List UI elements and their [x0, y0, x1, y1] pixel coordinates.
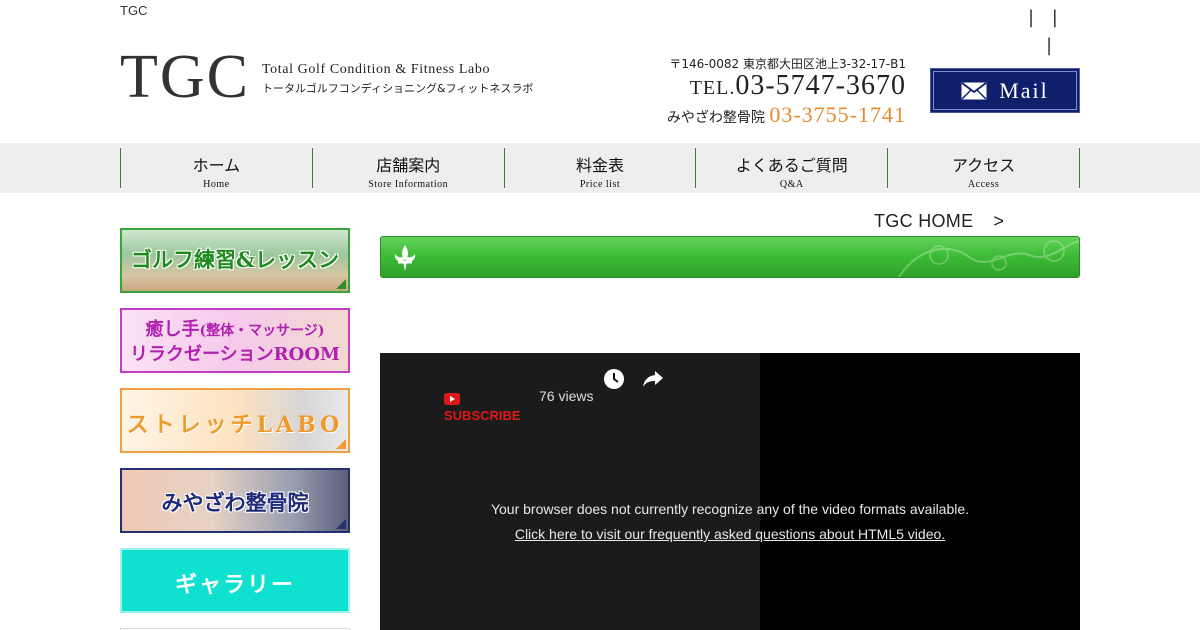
sidebar: ゴルフ練習&レッスン 癒し手(整体・マッサージ) リラクゼーションROOM スト…	[120, 228, 350, 630]
nav-item-qa[interactable]: よくあるご質問 Q&A	[696, 148, 889, 190]
phone-secondary-number: 03-3755-1741	[769, 102, 906, 127]
nav-item-label: 料金表	[575, 156, 624, 175]
nav-item-sublabel: Price list	[579, 179, 621, 190]
banner-golf-lesson-label: ゴルフ練習&レッスン	[131, 247, 339, 272]
logo-subtitle-jp: トータルゴルフコンディショニング&フィットネスラボ	[262, 82, 534, 95]
share-icon[interactable]	[642, 369, 664, 389]
envelope-icon	[961, 81, 987, 99]
phone-number: 03-5747-3670	[735, 70, 906, 101]
site-logo[interactable]: TGC	[120, 46, 250, 108]
top-separator-line1: | |	[1028, 7, 1064, 28]
phone-secondary-label: みやざわ整骨院	[666, 110, 765, 126]
nav-item-sublabel: Access	[967, 179, 1000, 190]
top-site-tag: TGC	[120, 3, 148, 18]
corner-arrow-icon	[336, 519, 346, 529]
corner-arrow-icon	[336, 439, 346, 449]
nav-item-sublabel: Q&A	[779, 179, 804, 190]
video-faq-link[interactable]: Click here to visit our frequently asked…	[380, 526, 1080, 542]
banner-relaxation-room[interactable]: 癒し手(整体・マッサージ) リラクゼーションROOM	[120, 308, 350, 373]
banner-stretch-labo[interactable]: ストレッチLABO	[120, 388, 350, 453]
banner-miyazawa-clinic-label: みやざわ整骨院	[161, 490, 309, 515]
contact-block: 〒146-0082 東京都大田区池上3-32-17-B1 TEL.03-5747…	[667, 55, 906, 128]
nav-item-label: 店舗案内	[376, 156, 441, 175]
top-separators: | | |	[1028, 4, 1064, 60]
breadcrumb-home[interactable]: TGC HOME	[874, 211, 973, 231]
banner-gallery-label: ギャラリー	[174, 572, 295, 598]
logo-subtitle-en: Total Golf Condition & Fitness Labo	[262, 62, 491, 77]
nav-item-access[interactable]: アクセス Access	[888, 148, 1080, 190]
phone-secondary[interactable]: みやざわ整骨院 03-3755-1741	[667, 102, 906, 128]
banner-gallery[interactable]: ギャラリー	[120, 548, 350, 613]
phone-prefix: TEL.	[689, 77, 736, 99]
nav-item-sublabel: Store Information	[368, 179, 449, 190]
nav-item-label: よくあるご質問	[735, 156, 848, 175]
corner-arrow-icon	[336, 279, 346, 289]
view-count: 76 views	[539, 388, 594, 404]
video-error-message: Your browser does not currently recogniz…	[490, 501, 970, 517]
main-nav: ホーム Home 店舗案内 Store Information 料金表 Pric…	[0, 143, 1200, 193]
mail-button[interactable]: Mail	[930, 68, 1080, 113]
phone-main[interactable]: TEL.03-5747-3670	[667, 72, 906, 102]
nav-item-label: アクセス	[951, 156, 1016, 175]
watch-later-icon[interactable]	[602, 367, 626, 391]
ornament-decoration-icon	[898, 240, 1079, 277]
banner-relaxation-room-label: 癒し手(整体・マッサージ) リラクゼーションROOM	[122, 318, 348, 367]
mail-button-label: Mail	[999, 77, 1049, 103]
breadcrumb-arrow-icon: >	[993, 211, 1005, 231]
subscribe-button[interactable]: SUBSCRIBE	[444, 408, 521, 423]
main-nav-items: ホーム Home 店舗案内 Store Information 料金表 Pric…	[120, 148, 1080, 190]
nav-item-sublabel: Home	[203, 179, 230, 190]
banner-relaxation-subtitle: (整体・マッサージ)	[199, 323, 325, 339]
nav-item-home[interactable]: ホーム Home	[121, 148, 313, 190]
banner-miyazawa-clinic[interactable]: みやざわ整骨院	[120, 468, 350, 533]
banner-golf-lesson[interactable]: ゴルフ練習&レッスン	[120, 228, 350, 293]
banner-relaxation-title: 癒し手	[145, 319, 200, 340]
video-player[interactable]: SUBSCRIBE 76 views Your browser does not…	[380, 353, 1080, 630]
breadcrumb[interactable]: TGC HOME >	[874, 211, 1004, 232]
top-separator-line2: |	[1046, 35, 1059, 56]
nav-item-label: ホーム	[192, 156, 241, 175]
banner-stretch-labo-label: ストレッチLABO	[126, 412, 344, 438]
youtube-logo-icon[interactable]	[444, 393, 460, 405]
logo-subtitle: Total Golf Condition & Fitness Labo トータル…	[262, 62, 533, 96]
nav-item-price-list[interactable]: 料金表 Price list	[505, 148, 697, 190]
page-heading-bar	[380, 236, 1080, 278]
fleur-de-lis-icon	[394, 245, 416, 271]
banner-relaxation-line2: リラクゼーションROOM	[130, 344, 340, 365]
nav-item-store-information[interactable]: 店舗案内 Store Information	[313, 148, 505, 190]
